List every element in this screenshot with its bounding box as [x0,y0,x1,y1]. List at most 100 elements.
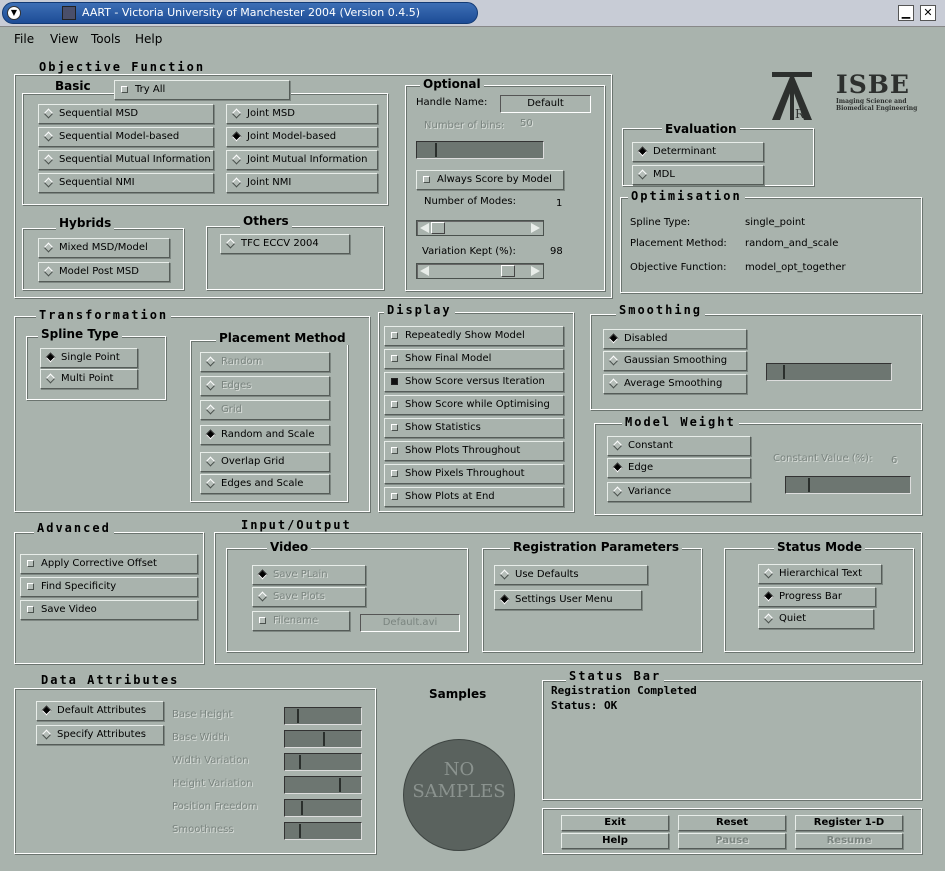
repeatedly-show-model-toggle[interactable]: Repeatedly Show Model [384,326,564,346]
close-icon[interactable]: ✕ [920,5,936,21]
smoothing-slider[interactable] [766,363,892,381]
always-score-by-model-toggle[interactable]: Always Score by Model [416,170,564,190]
status-mode-title: Status Mode [774,540,865,554]
gaussian-smoothing-option[interactable]: Gaussian Smoothing [603,351,747,371]
joint-mutual-information-option[interactable]: Joint Mutual Information [226,150,378,170]
show-final-model-toggle[interactable]: Show Final Model [384,349,564,369]
mdl-option[interactable]: MDL [632,165,764,185]
handle-name-input[interactable]: Default [500,95,591,113]
show-plots-throughout-toggle[interactable]: Show Plots Throughout [384,441,564,461]
progress-bar-option[interactable]: Progress Bar [758,587,876,607]
base-width-label: Base Width [172,732,229,743]
filename-input[interactable]: Default.avi [360,614,460,632]
reset-button[interactable]: Reset [678,815,786,831]
window-menu-button[interactable]: ▼ [7,6,21,20]
position-freedom-slider[interactable] [284,799,362,817]
minimize-icon[interactable]: ▁ [898,5,914,21]
mixed-msd-model-option[interactable]: Mixed MSD/Model [38,238,170,258]
base-height-slider[interactable] [284,707,362,725]
placement-edges-option[interactable]: Edges [200,376,330,396]
single-point-option[interactable]: Single Point [40,348,138,368]
register-1d-button[interactable]: Register 1-D [795,815,903,831]
others-title: Others [240,214,292,228]
multi-point-option[interactable]: Multi Point [40,369,138,389]
placement-overlap-grid-option[interactable]: Overlap Grid [200,452,330,472]
number-of-bins-slider[interactable] [416,141,544,159]
menu-help[interactable]: Help [135,32,162,46]
menu-view[interactable]: View [50,32,78,46]
isbe-subtitle-1: Imaging Science and [836,98,907,105]
show-score-while-optimising-toggle[interactable]: Show Score while Optimising [384,395,564,415]
determinant-option[interactable]: Determinant [632,142,764,162]
resume-button[interactable]: Resume [795,833,903,849]
smoothness-slider[interactable] [284,822,362,840]
height-variation-slider[interactable] [284,776,362,794]
help-button[interactable]: Help [561,833,669,849]
data-attributes-title: Data Attributes [38,673,183,687]
sequential-model-based-option[interactable]: Sequential Model-based [38,127,214,147]
smoothing-title: Smoothing [616,303,706,317]
placement-method-title: Placement Method [216,331,349,345]
number-of-modes-label: Number of Modes: [424,196,516,207]
sequential-nmi-option[interactable]: Sequential NMI [38,173,214,193]
evaluation-title: Evaluation [662,122,740,136]
isbe-logo: ISBE [836,70,910,99]
save-plain-option[interactable]: Save PLain [252,565,366,585]
show-statistics-toggle[interactable]: Show Statistics [384,418,564,438]
number-of-modes-slider[interactable] [416,220,544,236]
samples-placeholder-line1: NO [443,759,475,780]
smoothing-disabled-option[interactable]: Disabled [603,329,747,349]
default-attributes-option[interactable]: Default Attributes [36,701,164,721]
settings-user-menu-option[interactable]: Settings User Menu [494,590,642,610]
constant-value-slider[interactable] [785,476,911,494]
placement-method-value: random_and_scale [745,238,839,249]
menu-file[interactable]: File [14,32,34,46]
base-width-slider[interactable] [284,730,362,748]
try-all-toggle[interactable]: Try All [114,80,290,100]
hierarchical-text-option[interactable]: Hierarchical Text [758,564,882,584]
find-specificity-toggle[interactable]: Find Specificity [20,577,198,597]
model-post-msd-option[interactable]: Model Post MSD [38,262,170,282]
weight-constant-option[interactable]: Constant [607,436,751,456]
video-title: Video [267,540,312,554]
width-variation-slider[interactable] [284,753,362,771]
placement-random-and-scale-option[interactable]: Random and Scale [200,425,330,445]
objective-function-value: model_opt_together [745,262,846,273]
joint-msd-option[interactable]: Joint MSD [226,104,378,124]
app-icon [62,6,76,20]
save-video-toggle[interactable]: Save Video [20,600,198,620]
sequential-mutual-information-option[interactable]: Sequential Mutual Information [38,150,214,170]
weight-variance-option[interactable]: Variance [607,482,751,502]
number-of-bins-value: 50 [520,118,533,129]
joint-model-based-option[interactable]: Joint Model-based [226,127,378,147]
constant-value-value: 6 [891,455,898,466]
use-defaults-option[interactable]: Use Defaults [494,565,648,585]
show-pixels-throughout-toggle[interactable]: Show Pixels Throughout [384,464,564,484]
apply-corrective-offset-toggle[interactable]: Apply Corrective Offset [20,554,198,574]
variation-kept-label: Variation Kept (%): [422,246,516,257]
joint-nmi-option[interactable]: Joint NMI [226,173,378,193]
sequential-msd-option[interactable]: Sequential MSD [38,104,214,124]
placement-random-option[interactable]: Random [200,352,330,372]
variation-kept-slider[interactable] [416,263,544,279]
show-plots-at-end-toggle[interactable]: Show Plots at End [384,487,564,507]
smoothness-label: Smoothness [172,824,234,835]
samples-placeholder-line2: SAMPLES [412,781,506,802]
menu-tools[interactable]: Tools [91,32,121,46]
specify-attributes-option[interactable]: Specify Attributes [36,725,164,745]
filename-toggle[interactable]: Filename [252,611,350,631]
placement-edges-and-scale-option[interactable]: Edges and Scale [200,474,330,494]
tfc-eccv-2004-option[interactable]: TFC ECCV 2004 [220,234,350,254]
show-score-versus-iteration-toggle[interactable]: Show Score versus Iteration [384,372,564,392]
pause-button[interactable]: Pause [678,833,786,849]
hybrids-title: Hybrids [56,216,115,230]
exit-button[interactable]: Exit [561,815,669,831]
quiet-option[interactable]: Quiet [758,609,874,629]
samples-title: Samples [429,687,487,701]
placement-grid-option[interactable]: Grid [200,400,330,420]
save-plots-option[interactable]: Save Plots [252,587,366,607]
aart-logo-icon: R [772,72,812,121]
spline-type-group [26,336,166,400]
weight-edge-option[interactable]: Edge [607,458,751,478]
average-smoothing-option[interactable]: Average Smoothing [603,374,747,394]
